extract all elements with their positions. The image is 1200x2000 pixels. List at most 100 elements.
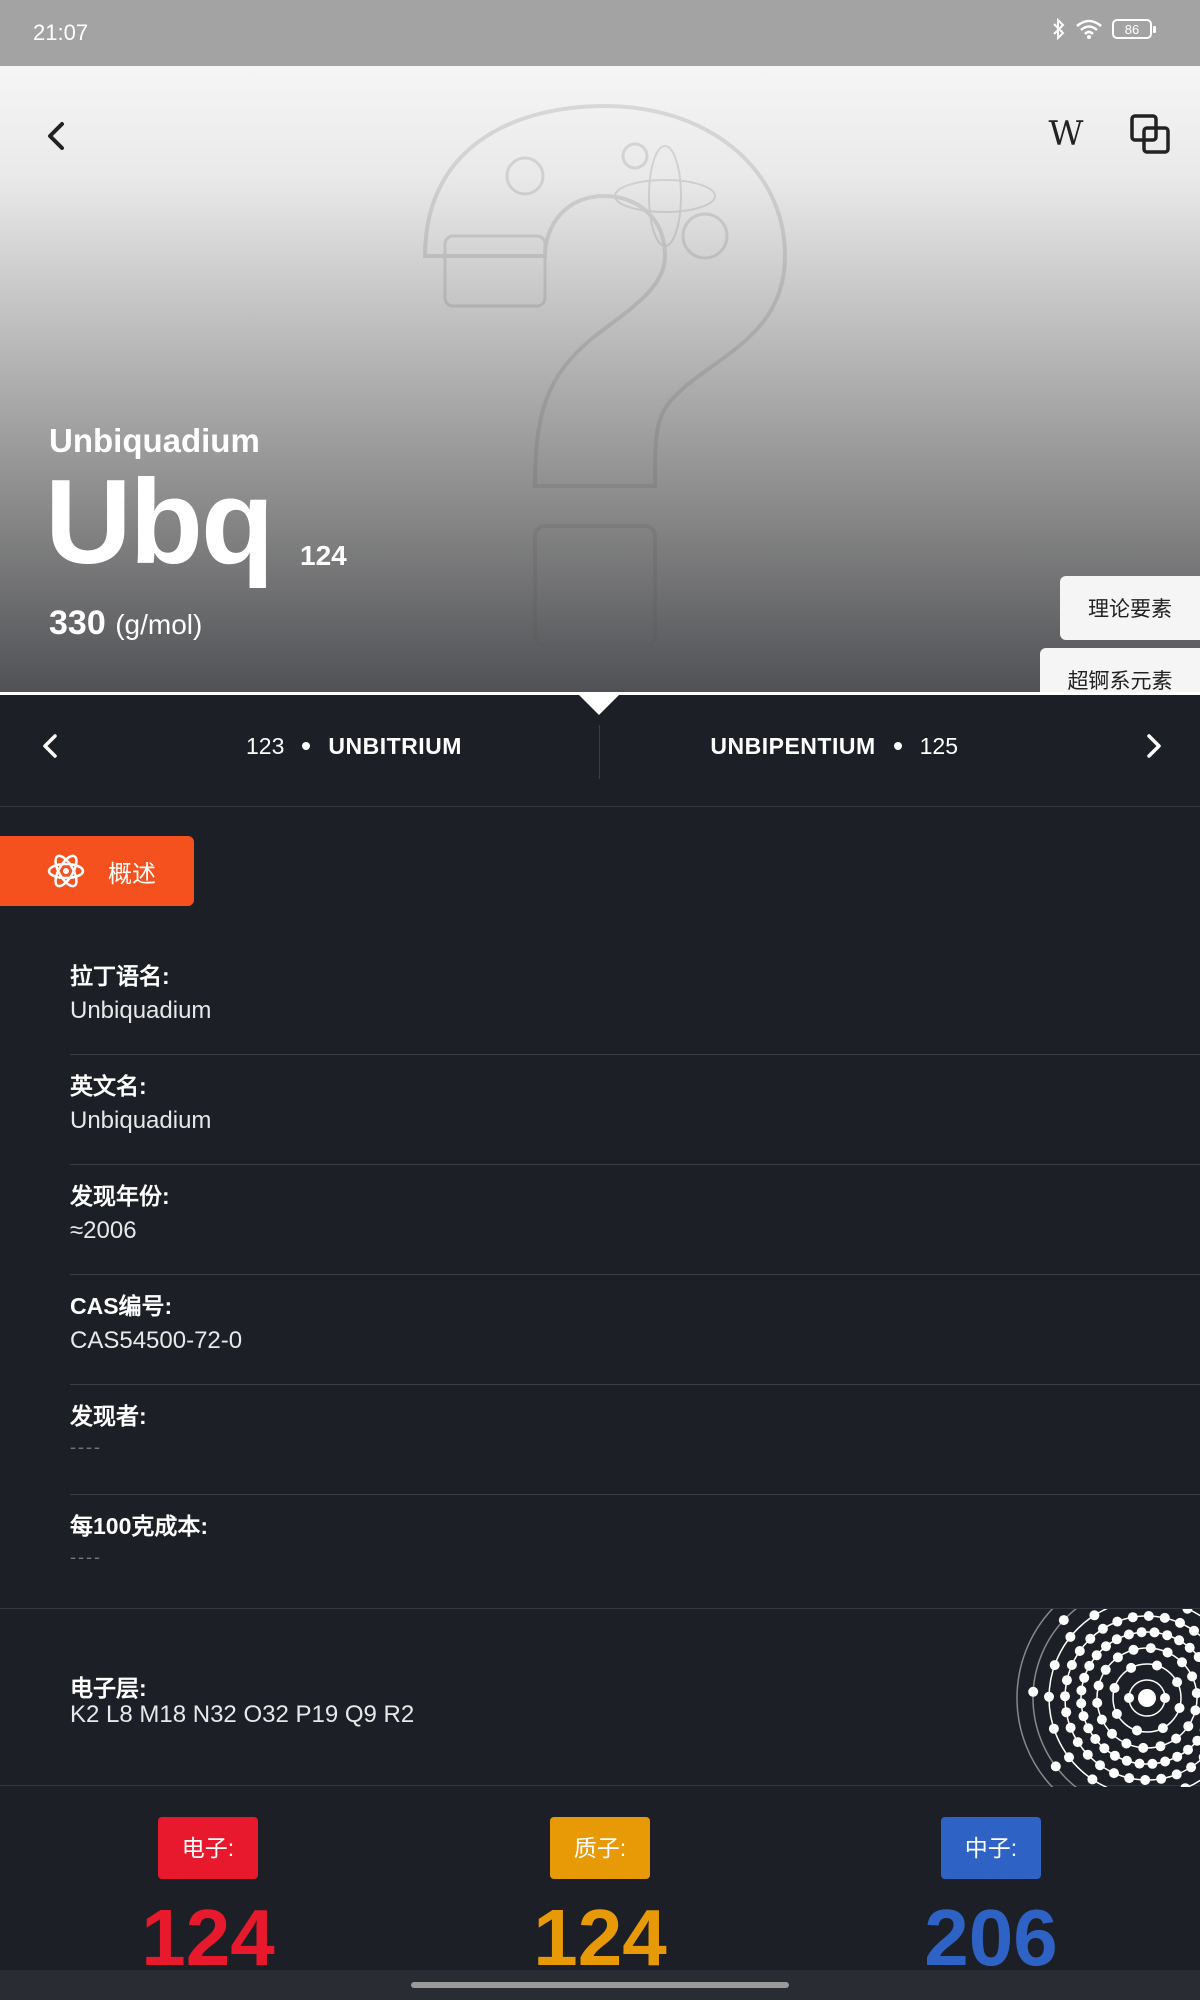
next-element-button[interactable]: UNBIPENTIUM 125 (710, 732, 1164, 760)
electron-dot (1076, 1698, 1087, 1709)
info-key: 拉丁语名: (70, 963, 170, 989)
electron-dot (1191, 1688, 1200, 1699)
electron-dot (1050, 1761, 1061, 1772)
neutron-badge: 中子: (941, 1817, 1041, 1879)
electron-dot (1060, 1691, 1070, 1702)
electron-dot (1096, 1714, 1107, 1725)
electron-dot (1082, 1749, 1093, 1760)
bluetooth-icon (1053, 18, 1065, 40)
info-key: CAS编号: (70, 1293, 173, 1319)
category-tag-theoretical[interactable]: 理论要素 (1060, 576, 1200, 640)
electron-dot (1064, 1752, 1074, 1763)
compare-icon[interactable] (1128, 112, 1172, 156)
electron-dot (1171, 1769, 1182, 1780)
info-value: ≈2006 (70, 1217, 137, 1244)
electron-dot (1187, 1671, 1198, 1682)
electron-dot (1175, 1617, 1185, 1628)
prev-element-button[interactable]: 123 UNBITRIUM (40, 732, 462, 760)
electron-dot (1095, 1760, 1105, 1771)
electron-dot (1162, 1647, 1173, 1658)
electron-dot (1184, 1642, 1195, 1653)
next-element-number: 125 (919, 732, 958, 759)
prev-element-number: 123 (246, 732, 285, 759)
electron-dot (1112, 1652, 1123, 1663)
electron-dot (1109, 1768, 1119, 1779)
wifi-icon (1076, 19, 1102, 39)
electron-dot (1145, 1643, 1156, 1654)
electron-dot (1079, 1672, 1090, 1683)
electron-dot (1072, 1737, 1083, 1748)
electron-dot (1149, 1627, 1160, 1638)
electron-dot (1089, 1610, 1100, 1621)
electron-dot (1083, 1723, 1094, 1734)
electron-count: 电子: 124 (58, 1817, 358, 1983)
tab-overview[interactable]: 概述 (0, 836, 194, 906)
next-element-name: UNBIPENTIUM (710, 732, 876, 759)
electron-dot (1143, 1611, 1154, 1621)
element-mass: 330 (g/mol) (49, 604, 202, 643)
electron-dot (1128, 1644, 1139, 1655)
electron-dot (1124, 1693, 1134, 1703)
nucleus (1138, 1689, 1156, 1707)
electron-dot (1190, 1705, 1200, 1716)
electron-dot (1155, 1741, 1166, 1752)
electron-dot (1157, 1723, 1168, 1734)
electron-dot (1078, 1711, 1089, 1722)
chevron-left-icon (43, 734, 57, 758)
electron-dot (1159, 1612, 1170, 1623)
electron-dot (1109, 1750, 1120, 1761)
electron-dot (1111, 1708, 1122, 1719)
status-bar: 21:07 86 (0, 0, 1200, 66)
separator-dot (893, 742, 902, 750)
electron-dot (1097, 1623, 1108, 1634)
nav-divider (599, 725, 600, 779)
electron-dot (1138, 1742, 1149, 1753)
element-symbol: Ubq (45, 455, 274, 589)
electron-dot (1028, 1686, 1039, 1697)
proton-count: 质子: 124 (450, 1817, 750, 1983)
info-key: 发现年份: (70, 1183, 170, 1209)
electron-dot (1152, 1660, 1162, 1671)
separator-dot (302, 742, 311, 750)
info-row-cost: 每100克成本: ---- (70, 1495, 1200, 1605)
electron-dot (1093, 1680, 1104, 1691)
info-key: 发现者: (70, 1403, 147, 1429)
electron-dot (1048, 1723, 1059, 1734)
electron-dot (1183, 1721, 1194, 1732)
question-mark-illustration (422, 103, 788, 648)
neutron-count: 中子: 206 (841, 1817, 1141, 1983)
category-tag-superactinide[interactable]: 超锕系元素 (1040, 648, 1200, 693)
info-row-discovery-year: 发现年份: ≈2006 (70, 1165, 1200, 1275)
electron-dot (1058, 1615, 1069, 1626)
electron-dot (1092, 1697, 1103, 1708)
info-value: CAS54500-72-0 (70, 1327, 243, 1354)
atom-icon (47, 854, 85, 888)
electron-dot (1156, 1773, 1167, 1784)
electron-dot (1123, 1629, 1134, 1640)
electron-dot (1172, 1751, 1183, 1762)
home-indicator[interactable] (411, 1982, 789, 1988)
chevron-right-icon (1147, 734, 1161, 758)
electron-dot (1084, 1660, 1095, 1671)
electron-dot (1183, 1744, 1193, 1755)
electron-dot (1132, 1725, 1142, 1736)
shells-key: 电子层: (70, 1675, 147, 1701)
mass-unit: (g/mol) (115, 609, 203, 640)
battery-icon: 86 (1112, 19, 1156, 39)
electron-dot (1193, 1652, 1200, 1662)
info-row-discoverer: 发现者: ---- (70, 1385, 1200, 1495)
electron-dot (1127, 1612, 1138, 1623)
electron-dot (1066, 1660, 1077, 1670)
electron-dot (1109, 1683, 1120, 1693)
electron-dot (1091, 1650, 1102, 1661)
electron-dot (1111, 1634, 1122, 1645)
electron-dot (1085, 1633, 1096, 1644)
electron-dot (1140, 1775, 1151, 1785)
electron-dot (1174, 1703, 1185, 1713)
wikipedia-icon[interactable]: W (1044, 112, 1088, 156)
info-value: ---- (70, 1437, 102, 1457)
electron-dot (1174, 1635, 1185, 1646)
electron-dot (1126, 1662, 1137, 1673)
info-row-latin-name: 拉丁语名: Unbiquadium (70, 945, 1200, 1055)
back-arrow-icon[interactable] (34, 114, 78, 158)
